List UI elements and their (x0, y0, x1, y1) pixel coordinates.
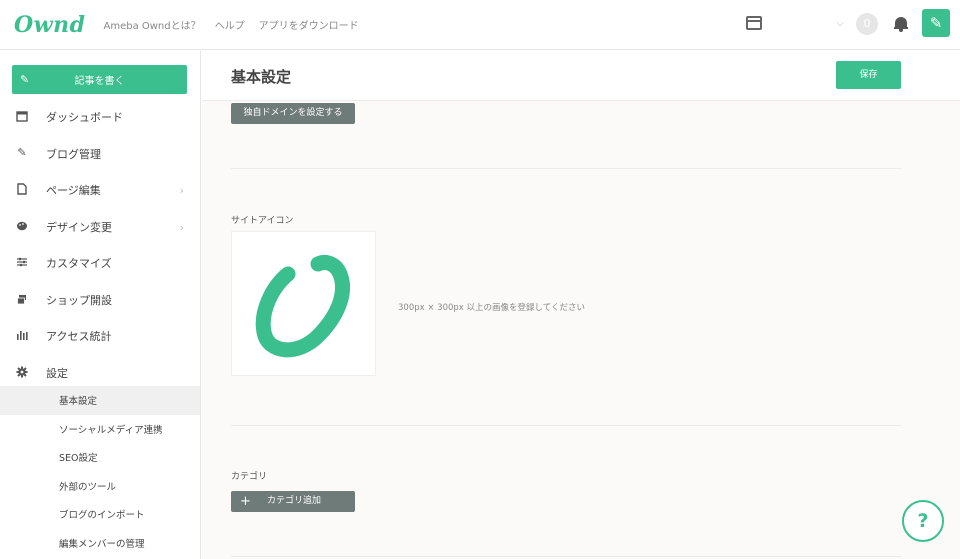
help-button[interactable]: ? (902, 500, 944, 542)
sidebar-item-label: ダッシュボード (46, 111, 123, 125)
add-category-button[interactable]: + カテゴリ追加 (231, 491, 355, 512)
avatar[interactable]: 0 (856, 13, 878, 35)
page-header: 基本設定 保存 (202, 51, 960, 101)
site-icon-label: サイトアイコン (231, 216, 294, 226)
gear-icon (16, 366, 28, 378)
divider (231, 425, 901, 426)
chevron-right-icon: › (179, 184, 184, 197)
category-label: カテゴリ (231, 472, 268, 482)
submenu-item-external-tools[interactable]: 外部のツール (0, 472, 200, 501)
ownd-logo[interactable]: Ownd (14, 12, 85, 38)
bell-icon[interactable] (894, 16, 908, 32)
top-nav: Ameba Owndとは？ ヘルプ アプリをダウンロード (103, 17, 358, 32)
divider (231, 168, 901, 169)
submenu-item-basic-settings[interactable]: 基本設定 (0, 386, 200, 415)
site-icon-upload[interactable] (231, 231, 376, 376)
sidebar-item-label: デザイン変更 (46, 220, 112, 234)
sidebar-item-customize[interactable]: カスタマイズ (0, 245, 200, 282)
sidebar-item-shop[interactable]: ショップ開設 (0, 282, 200, 319)
nav-link-about[interactable]: Ameba Owndとは？ (103, 17, 200, 32)
bar-chart-icon (16, 329, 28, 341)
palette-icon (16, 220, 28, 232)
settings-submenu: 基本設定 ソーシャルメディア連携 SEO設定 外部のツール ブログのインポート … (0, 386, 200, 557)
sidebar-item-design[interactable]: デザイン変更 › (0, 209, 200, 246)
shop-icon (16, 293, 28, 305)
sidebar-item-pages[interactable]: ページ編集 › (0, 172, 200, 209)
sidebar-item-label: 設定 (46, 366, 68, 380)
new-post-button[interactable]: ✎ (922, 9, 950, 37)
sidebar-item-label: ブログ管理 (46, 147, 101, 161)
nav-link-download-app[interactable]: アプリをダウンロード (259, 17, 359, 32)
sidebar-item-label: ページ編集 (46, 184, 101, 198)
save-button[interactable]: 保存 (836, 61, 901, 89)
ownd-logo-icon (255, 255, 350, 358)
write-article-label: 記事を書く (74, 76, 125, 87)
site-icon-size-note: 300px × 300px 以上の画像を登録してください (398, 303, 586, 313)
sidebar-item-label: アクセス統計 (46, 330, 112, 344)
sidebar-item-dashboard[interactable]: ダッシュボード (0, 99, 200, 136)
page-icon (16, 183, 28, 195)
chevron-down-icon[interactable]: ⌵ (836, 18, 844, 29)
nav-link-help[interactable]: ヘルプ (215, 17, 245, 32)
edit-icon: ✎ (17, 145, 27, 159)
write-article-button[interactable]: ✎ 記事を書く (12, 65, 187, 94)
sidebar-menu: ダッシュボード ✎ ブログ管理 ページ編集 › デザイン変更 › カスタマイズ (0, 99, 200, 391)
custom-domain-button[interactable]: 独自ドメインを設定する (231, 103, 355, 124)
page-title: 基本設定 (231, 68, 292, 86)
add-category-label: カテゴリ追加 (267, 496, 322, 506)
main-content: 基本設定 保存 独自ドメインを設定する サイトアイコン 300px × 300p… (202, 51, 960, 559)
sidebar-item-label: ショップ開設 (46, 293, 112, 307)
edit-icon: ✎ (929, 14, 943, 32)
edit-icon: ✎ (20, 73, 30, 86)
sliders-icon (16, 256, 28, 268)
submenu-item-seo[interactable]: SEO設定 (0, 443, 200, 472)
sidebar: ✎ 記事を書く ダッシュボード ✎ ブログ管理 ページ編集 › デザイン変更 › (0, 51, 201, 559)
submenu-item-social-media[interactable]: ソーシャルメディア連携 (0, 415, 200, 444)
sidebar-item-analytics[interactable]: アクセス統計 (0, 318, 200, 355)
sidebar-item-label: カスタマイズ (46, 257, 112, 271)
plus-icon: + (240, 494, 251, 509)
calendar-icon (16, 110, 28, 122)
browser-window-icon[interactable] (746, 16, 762, 30)
divider (231, 556, 901, 557)
submenu-item-members[interactable]: 編集メンバーの管理 (0, 529, 200, 558)
submenu-item-blog-import[interactable]: ブログのインポート (0, 500, 200, 529)
top-header: Ownd Ameba Owndとは？ ヘルプ アプリをダウンロード ⌵ 0 ✎ (0, 0, 960, 50)
sidebar-item-blog[interactable]: ✎ ブログ管理 (0, 136, 200, 173)
chevron-right-icon: › (179, 220, 184, 234)
